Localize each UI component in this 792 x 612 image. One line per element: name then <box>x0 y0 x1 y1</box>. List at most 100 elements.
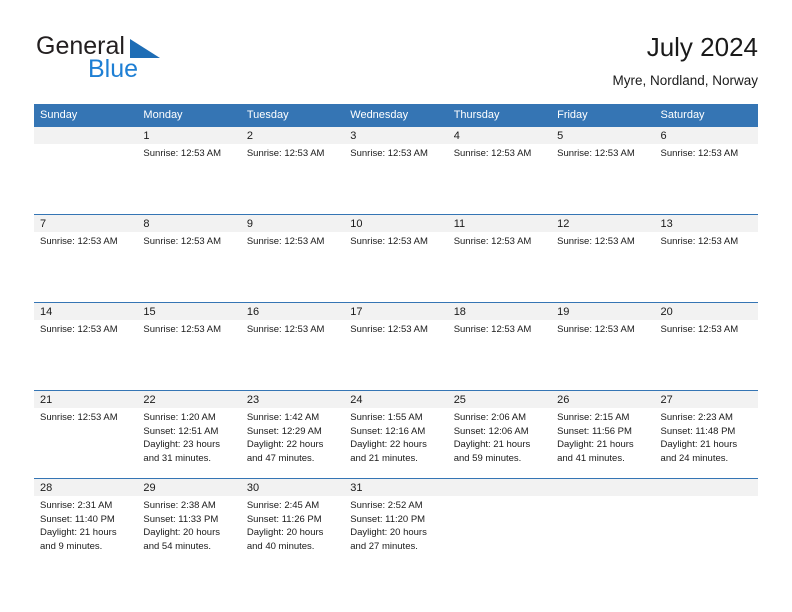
day-cell[interactable]: 25 Sunrise: 2:06 AM Sunset: 12:06 AM Daylig… <box>447 390 552 479</box>
calendar-week-row: 1 Sunrise: 12:53 AM 2 Sunrise: 12:53 AM 3 Sun… <box>34 126 758 215</box>
day-cell[interactable]: 9 Sunrise: 12:53 AM <box>240 214 345 303</box>
day-cell[interactable]: 18 Sunrise: 12:53 AM <box>447 302 552 391</box>
day-cell[interactable]: 21 Sunrise: 12:53 AM <box>34 390 138 479</box>
day-number: 11 <box>447 215 552 232</box>
day-number: 23 <box>240 391 345 408</box>
sunrise-text: Sunrise: 12:53 AM <box>40 412 118 423</box>
sunrise-text: Sunrise: 12:53 AM <box>246 324 325 335</box>
day-cell[interactable]: 28 Sunrise: 2:31 AM Sunset: 11:40 PM Daylig… <box>34 478 138 565</box>
day-cell[interactable]: 27 Sunrise: 2:23 AM Sunset: 11:48 PM Daylig… <box>654 390 758 479</box>
sunrise-text: Sunrise: 12:53 AM <box>350 148 428 159</box>
sunset-text: Sunset: 11:56 PM <box>557 425 632 437</box>
day-number: 17 <box>344 303 448 320</box>
day-cell[interactable]: 15 Sunrise: 12:53 AM <box>137 302 241 391</box>
weekday-header-sunday: Sunday <box>34 104 138 127</box>
day-cell-empty <box>447 478 552 565</box>
day-cell-empty <box>34 126 138 215</box>
day-details: Sunrise: 2:38 AM Sunset: 11:33 PM Daylight… <box>137 496 240 553</box>
day-number: 29 <box>137 479 241 496</box>
sunrise-text: Sunrise: 1:55 AM <box>350 412 423 423</box>
day-details: Sunrise: 1:42 AM Sunset: 12:29 AM Daylight… <box>241 408 344 465</box>
day-details: Sunrise: 12:53 AM <box>344 232 447 249</box>
day-cell[interactable]: 6 Sunrise: 12:53 AM <box>654 126 758 215</box>
day-details: Sunrise: 2:15 AM Sunset: 11:56 PM Daylight… <box>551 408 654 465</box>
day-cell[interactable]: 11 Sunrise: 12:53 AM <box>447 214 552 303</box>
sunrise-text: Sunrise: 12:53 AM <box>143 324 222 335</box>
day-details: Sunrise: 1:20 AM Sunset: 12:51 AM Daylight… <box>137 408 240 465</box>
day-cell[interactable]: 1 Sunrise: 12:53 AM <box>137 126 241 215</box>
day-cell[interactable]: 29 Sunrise: 2:38 AM Sunset: 11:33 PM Daylig… <box>137 478 241 565</box>
day-cell[interactable]: 3 Sunrise: 12:53 AM <box>344 126 448 215</box>
day-details: Sunrise: 12:53 AM <box>344 320 447 337</box>
calendar-week-row: 21 Sunrise: 12:53 AM 22 Sunrise: 1:20 AM Sun… <box>34 390 758 479</box>
weekday-header-monday: Monday <box>137 104 241 127</box>
daylight-text: Daylight: 20 hours and 54 minutes. <box>143 527 220 552</box>
day-details <box>655 496 758 499</box>
daylight-text: Daylight: 22 hours and 21 minutes. <box>350 439 427 464</box>
day-cell[interactable]: 2 Sunrise: 12:53 AM <box>240 126 345 215</box>
day-cell[interactable]: 14 Sunrise: 12:53 AM <box>34 302 138 391</box>
day-number: 5 <box>551 127 655 144</box>
day-cell[interactable]: 22 Sunrise: 1:20 AM Sunset: 12:51 AM Daylig… <box>137 390 241 479</box>
day-number: 3 <box>344 127 448 144</box>
day-details: Sunrise: 12:53 AM <box>448 232 551 249</box>
weekday-header-saturday: Saturday <box>654 104 758 127</box>
day-number <box>551 479 655 496</box>
day-cell[interactable]: 8 Sunrise: 12:53 AM <box>137 214 241 303</box>
day-details: Sunrise: 12:53 AM <box>448 144 551 161</box>
sunset-text: Sunset: 12:16 AM <box>350 425 426 437</box>
day-number: 9 <box>240 215 345 232</box>
day-cell[interactable]: 19 Sunrise: 12:53 AM <box>551 302 655 391</box>
day-cell[interactable]: 10 Sunrise: 12:53 AM <box>344 214 448 303</box>
day-number: 7 <box>34 215 138 232</box>
sunset-text: Sunset: 11:40 PM <box>40 513 115 525</box>
day-number: 2 <box>240 127 345 144</box>
day-cell[interactable]: 26 Sunrise: 2:15 AM Sunset: 11:56 PM Daylig… <box>551 390 655 479</box>
weekday-header-thursday: Thursday <box>447 104 552 127</box>
calendar-week-row: 14 Sunrise: 12:53 AM 15 Sunrise: 12:53 AM 16… <box>34 302 758 391</box>
daylight-text: Daylight: 21 hours and 9 minutes. <box>40 527 117 552</box>
general-blue-logo[interactable]: General Blue <box>34 30 264 90</box>
sunrise-text: Sunrise: 2:15 AM <box>557 412 630 423</box>
day-cell[interactable]: 4 Sunrise: 12:53 AM <box>447 126 552 215</box>
day-details: Sunrise: 12:53 AM <box>137 232 240 249</box>
sunrise-text: Sunrise: 12:53 AM <box>143 148 222 159</box>
day-cell[interactable]: 24 Sunrise: 1:55 AM Sunset: 12:16 AM Daylig… <box>344 390 448 479</box>
sunset-text: Sunset: 11:33 PM <box>143 513 219 525</box>
sunrise-text: Sunrise: 1:20 AM <box>143 412 216 423</box>
day-cell[interactable]: 23 Sunrise: 1:42 AM Sunset: 12:29 AM Daylig… <box>240 390 345 479</box>
sunrise-text: Sunrise: 12:53 AM <box>453 236 532 247</box>
day-cell[interactable]: 7 Sunrise: 12:53 AM <box>34 214 138 303</box>
day-cell[interactable]: 31 Sunrise: 2:52 AM Sunset: 11:20 PM Daylig… <box>344 478 448 565</box>
day-number: 10 <box>344 215 448 232</box>
day-details: Sunrise: 2:45 AM Sunset: 11:26 PM Daylight… <box>241 496 344 553</box>
calendar-body: 1 Sunrise: 12:53 AM 2 Sunrise: 12:53 AM 3 Sun… <box>34 126 758 565</box>
day-details: Sunrise: 12:53 AM <box>655 232 758 249</box>
day-number: 1 <box>137 127 241 144</box>
day-details <box>448 496 551 499</box>
sunrise-text: Sunrise: 2:06 AM <box>453 412 527 423</box>
day-details: Sunrise: 12:53 AM <box>655 144 758 161</box>
day-cell[interactable]: 13 Sunrise: 12:53 AM <box>654 214 758 303</box>
day-details: Sunrise: 12:53 AM <box>448 320 551 337</box>
sunrise-text: Sunrise: 12:53 AM <box>350 236 428 247</box>
day-number: 30 <box>240 479 345 496</box>
sunrise-text: Sunrise: 2:52 AM <box>350 500 423 511</box>
day-details: Sunrise: 12:53 AM <box>551 320 654 337</box>
sunrise-text: Sunrise: 12:53 AM <box>660 148 739 159</box>
day-cell[interactable]: 30 Sunrise: 2:45 AM Sunset: 11:26 PM Daylig… <box>240 478 345 565</box>
day-number: 27 <box>654 391 758 408</box>
day-details: Sunrise: 2:23 AM Sunset: 11:48 PM Daylight… <box>655 408 758 465</box>
day-cell[interactable]: 17 Sunrise: 12:53 AM <box>344 302 448 391</box>
day-number <box>447 479 552 496</box>
day-details: Sunrise: 12:53 AM <box>137 144 240 161</box>
page-header: General Blue July 2024 Myre, Nordland, N… <box>34 30 758 96</box>
day-details: Sunrise: 12:53 AM <box>34 232 137 249</box>
day-cell[interactable]: 5 Sunrise: 12:53 AM <box>551 126 655 215</box>
sunset-text: Sunset: 11:26 PM <box>246 513 322 525</box>
day-cell[interactable]: 16 Sunrise: 12:53 AM <box>240 302 345 391</box>
day-details <box>34 144 137 147</box>
day-cell[interactable]: 20 Sunrise: 12:53 AM <box>654 302 758 391</box>
day-cell[interactable]: 12 Sunrise: 12:53 AM <box>551 214 655 303</box>
sunset-text: Sunset: 12:29 AM <box>246 425 322 437</box>
